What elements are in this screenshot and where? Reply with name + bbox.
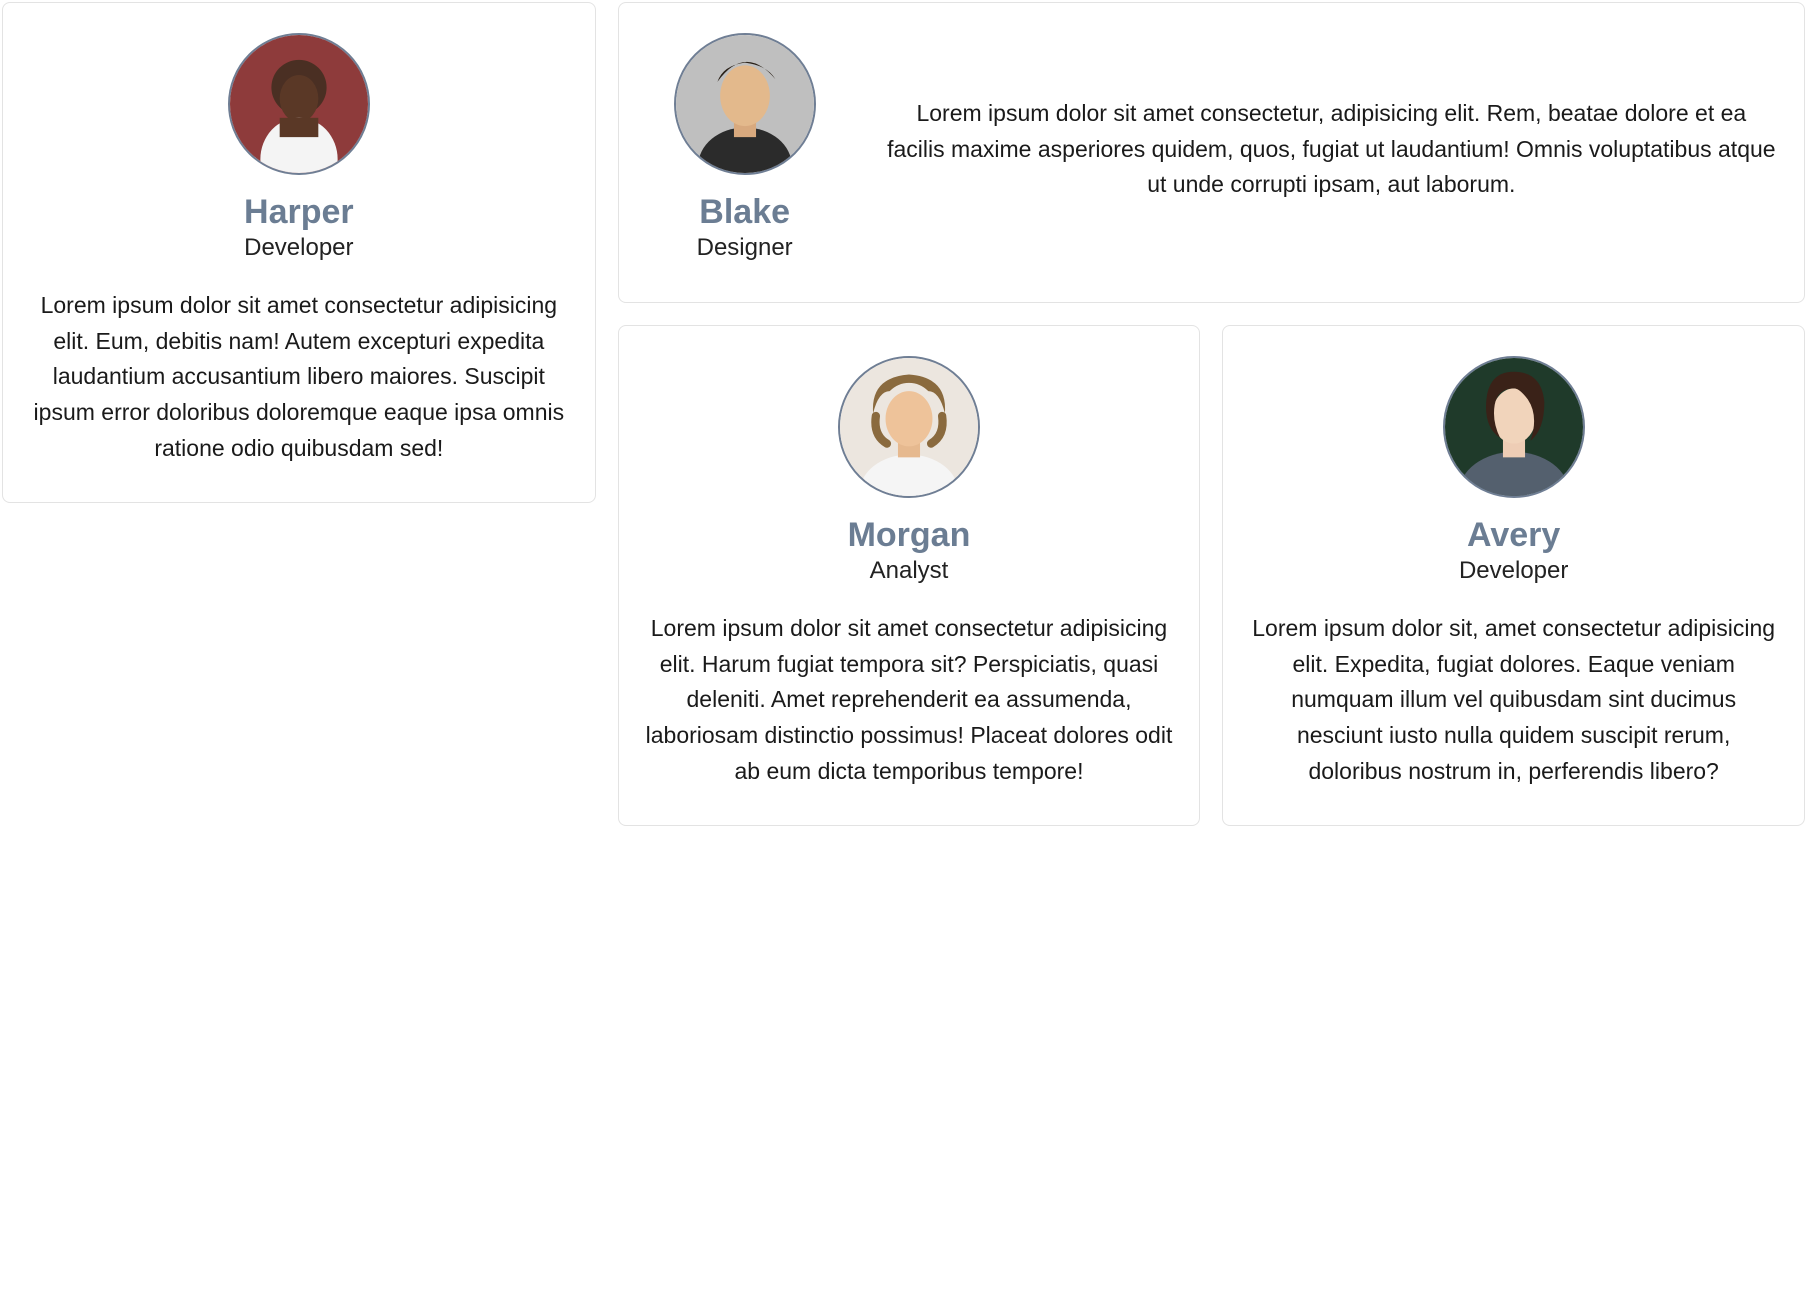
avatar-icon (1445, 358, 1583, 496)
profile-grid: Harper Developer Lorem ipsum dolor sit a… (2, 2, 1805, 826)
avatar (1443, 356, 1585, 498)
profile-description: Lorem ipsum dolor sit amet consectetur a… (29, 288, 569, 466)
profile-role: Developer (1249, 557, 1778, 585)
profile-role: Designer (645, 234, 845, 262)
profile-name: Morgan (645, 516, 1174, 555)
profile-card-harper: Harper Developer Lorem ipsum dolor sit a… (2, 2, 596, 503)
profile-description: Lorem ipsum dolor sit, amet consectetur … (1249, 611, 1778, 789)
avatar (228, 33, 370, 175)
avatar (674, 33, 816, 175)
profile-name: Harper (29, 193, 569, 232)
profile-description: Lorem ipsum dolor sit amet consectetur, … (885, 96, 1778, 203)
avatar-icon (676, 35, 814, 173)
avatar-icon (840, 358, 978, 496)
profile-header: Blake Designer (645, 33, 845, 266)
avatar-icon (230, 35, 368, 173)
avatar (838, 356, 980, 498)
profile-name: Avery (1249, 516, 1778, 555)
profile-name: Blake (645, 193, 845, 232)
profile-description: Lorem ipsum dolor sit amet consectetur a… (645, 611, 1174, 789)
profile-role: Analyst (645, 557, 1174, 585)
profile-role: Developer (29, 234, 569, 262)
profile-card-blake: Blake Designer Lorem ipsum dolor sit ame… (618, 2, 1805, 303)
profile-card-morgan: Morgan Analyst Lorem ipsum dolor sit ame… (618, 325, 1201, 826)
right-column: Blake Designer Lorem ipsum dolor sit ame… (618, 2, 1805, 826)
bottom-row: Morgan Analyst Lorem ipsum dolor sit ame… (618, 325, 1805, 826)
profile-card-avery: Avery Developer Lorem ipsum dolor sit, a… (1222, 325, 1805, 826)
